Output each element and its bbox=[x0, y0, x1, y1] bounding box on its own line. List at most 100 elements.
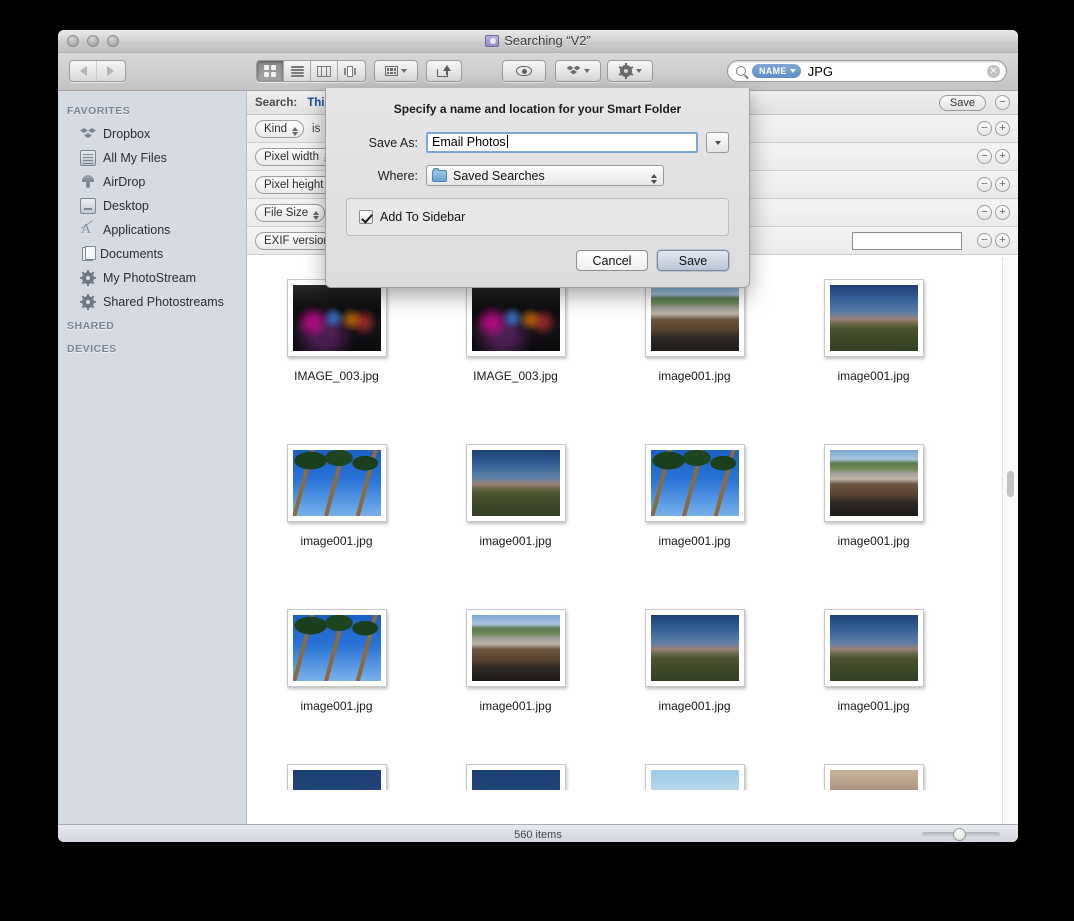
view-icon-button[interactable] bbox=[257, 61, 284, 81]
save-button[interactable]: Save bbox=[657, 250, 729, 271]
file-grid[interactable]: IMAGE_003.jpg IMAGE_003.jpg image001.jpg bbox=[247, 257, 1018, 824]
chevron-down-icon bbox=[583, 69, 590, 73]
search-input-value[interactable]: JPG bbox=[808, 64, 987, 79]
sidebar-item-dropbox[interactable]: Dropbox bbox=[58, 122, 246, 146]
sidebar-item-documents[interactable]: Documents bbox=[58, 242, 246, 266]
dropbox-button[interactable] bbox=[555, 60, 601, 82]
back-button[interactable] bbox=[70, 61, 97, 81]
file-item[interactable]: IMAGE_003.jpg bbox=[426, 269, 605, 434]
sidebar-item-all-my-files[interactable]: All My Files bbox=[58, 146, 246, 170]
file-item[interactable]: image001.jpg bbox=[784, 269, 963, 434]
thumbnail-frame bbox=[823, 444, 924, 522]
where-row: Where: Saved Searches bbox=[346, 165, 729, 186]
criteria-attribute-kind[interactable]: Kind bbox=[255, 119, 305, 138]
add-criteria-button[interactable]: + bbox=[995, 177, 1010, 192]
save-search-button[interactable]: Save bbox=[938, 94, 986, 111]
where-value: Saved Searches bbox=[453, 168, 545, 183]
file-item[interactable] bbox=[426, 764, 605, 790]
slider-knob[interactable] bbox=[953, 828, 966, 841]
add-criteria-button[interactable]: + bbox=[995, 121, 1010, 136]
icon-view-icon bbox=[264, 65, 276, 77]
arrange-icon bbox=[385, 66, 398, 76]
view-list-button[interactable] bbox=[284, 61, 311, 81]
thumbnail-frame bbox=[823, 764, 924, 790]
thumbnail-frame bbox=[823, 279, 924, 357]
sidebar-header-favorites: FAVORITES bbox=[67, 105, 131, 117]
file-item[interactable] bbox=[605, 764, 784, 790]
window-titlebar: Searching “V2” bbox=[58, 30, 1018, 53]
folder-icon bbox=[432, 167, 447, 182]
file-item[interactable]: image001.jpg bbox=[605, 269, 784, 434]
remove-criteria-button[interactable]: − bbox=[977, 149, 992, 164]
file-item[interactable]: image001.jpg bbox=[426, 599, 605, 764]
sidebar-item-my-photostream[interactable]: My PhotoStream bbox=[58, 266, 246, 290]
sidebar: FAVORITES Dropbox All My Files AirDrop D… bbox=[58, 91, 247, 824]
file-item[interactable]: image001.jpg bbox=[426, 434, 605, 599]
close-criteria-button[interactable]: − bbox=[995, 95, 1010, 110]
icon-size-slider[interactable] bbox=[922, 828, 1000, 841]
sidebar-item-applications[interactable]: Applications bbox=[58, 218, 246, 242]
add-criteria-button[interactable]: + bbox=[995, 149, 1010, 164]
sidebar-item-shared-photostreams[interactable]: Shared Photostreams bbox=[58, 290, 246, 314]
arrange-button[interactable] bbox=[374, 60, 418, 82]
eye-icon bbox=[516, 66, 532, 76]
thumbnail-frame bbox=[465, 444, 566, 522]
file-item[interactable]: image001.jpg bbox=[784, 434, 963, 599]
file-name: image001.jpg bbox=[479, 699, 552, 713]
share-button[interactable] bbox=[426, 60, 462, 82]
dropbox-icon bbox=[566, 65, 581, 78]
search-field[interactable]: NAME JPG ✕ bbox=[727, 60, 1007, 82]
expand-browser-button[interactable] bbox=[706, 132, 729, 153]
file-thumbnail bbox=[471, 615, 560, 681]
thumbnail-frame bbox=[286, 609, 387, 687]
thumbnail-frame bbox=[286, 444, 387, 522]
file-thumbnail bbox=[829, 615, 918, 681]
quick-look-button[interactable] bbox=[502, 60, 546, 82]
sheet-buttons: Cancel Save bbox=[346, 250, 729, 271]
save-as-row: Save As: Email Photos bbox=[346, 132, 729, 153]
stepper-icon bbox=[313, 210, 320, 220]
coverflow-view-icon bbox=[344, 65, 359, 77]
file-item[interactable]: image001.jpg bbox=[605, 434, 784, 599]
file-item[interactable]: image001.jpg bbox=[605, 599, 784, 764]
sidebar-item-airdrop[interactable]: AirDrop bbox=[58, 170, 246, 194]
remove-criteria-button[interactable]: − bbox=[977, 121, 992, 136]
file-item[interactable]: image001.jpg bbox=[247, 434, 426, 599]
search-scope-token[interactable]: NAME bbox=[752, 64, 801, 78]
clear-icon[interactable]: ✕ bbox=[987, 64, 1000, 78]
finder-toolbar: NAME JPG ✕ bbox=[58, 53, 1018, 91]
view-column-button[interactable] bbox=[311, 61, 338, 81]
thumbnail-frame bbox=[465, 609, 566, 687]
criteria-attribute-file-size[interactable]: File Size bbox=[255, 203, 326, 222]
sidebar-item-label: All My Files bbox=[103, 151, 167, 165]
file-item[interactable] bbox=[784, 764, 963, 790]
remove-criteria-button[interactable]: − bbox=[977, 177, 992, 192]
action-menu-button[interactable] bbox=[607, 60, 653, 82]
file-item[interactable]: IMAGE_003.jpg bbox=[247, 269, 426, 434]
criteria-attribute-pixel-width[interactable]: Pixel width bbox=[255, 147, 336, 166]
where-dropdown[interactable]: Saved Searches bbox=[426, 165, 664, 186]
save-as-input[interactable]: Email Photos bbox=[426, 132, 698, 153]
remove-criteria-button[interactable]: − bbox=[977, 233, 992, 248]
remove-criteria-button[interactable]: − bbox=[977, 205, 992, 220]
vertical-scrollbar[interactable] bbox=[1002, 257, 1018, 824]
add-to-sidebar-checkbox[interactable] bbox=[359, 210, 373, 224]
add-criteria-button[interactable]: + bbox=[995, 205, 1010, 220]
add-to-sidebar-label: Add To Sidebar bbox=[380, 210, 466, 224]
scrollbar-thumb[interactable] bbox=[1007, 471, 1014, 497]
forward-button[interactable] bbox=[97, 61, 124, 81]
file-item[interactable]: image001.jpg bbox=[247, 599, 426, 764]
cancel-button[interactable]: Cancel bbox=[576, 250, 648, 271]
back-arrow-icon bbox=[79, 66, 87, 76]
view-coverflow-button[interactable] bbox=[338, 61, 365, 81]
sidebar-item-desktop[interactable]: Desktop bbox=[58, 194, 246, 218]
file-thumbnail bbox=[650, 285, 739, 351]
thumbnail-frame bbox=[286, 764, 387, 790]
add-to-sidebar-row[interactable]: Add To Sidebar bbox=[359, 210, 716, 224]
pill-label: Kind bbox=[264, 122, 288, 135]
add-criteria-button[interactable]: + bbox=[995, 233, 1010, 248]
criteria-text-input[interactable] bbox=[852, 231, 962, 250]
file-item[interactable]: image001.jpg bbox=[784, 599, 963, 764]
documents-icon bbox=[82, 246, 96, 261]
file-item[interactable] bbox=[247, 764, 426, 790]
